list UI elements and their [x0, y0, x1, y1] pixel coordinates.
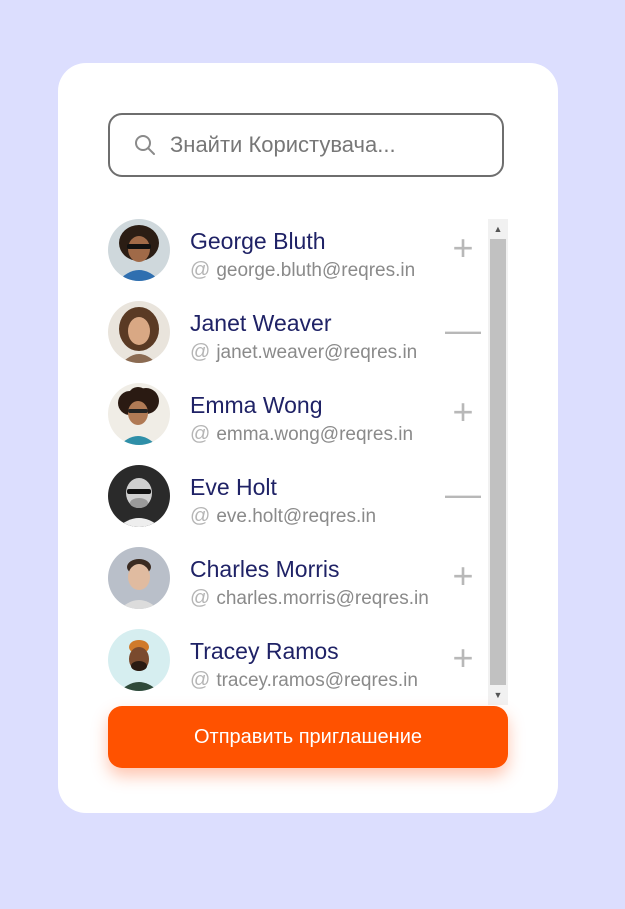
- search-icon: [132, 132, 158, 158]
- send-invite-button[interactable]: Отправить приглашение: [108, 706, 508, 768]
- avatar: [108, 219, 170, 281]
- avatar: [108, 547, 170, 609]
- avatar: [108, 383, 170, 445]
- user-name: Emma Wong: [190, 392, 323, 418]
- avatar: [108, 301, 170, 363]
- user-name: Eve Holt: [190, 474, 277, 500]
- remove-user-button[interactable]: —: [445, 312, 481, 348]
- at-icon: @: [190, 505, 211, 527]
- user-name: George Bluth: [190, 228, 326, 254]
- user-email: @ eve.holt@reqres.in: [190, 505, 376, 528]
- user-email-text: emma.wong@reqres.in: [216, 423, 414, 445]
- user-email: @ charles.morris@reqres.in: [190, 587, 429, 610]
- search-box[interactable]: [108, 113, 504, 177]
- invite-card: George Bluth @ george.bluth@reqres.in + …: [58, 63, 558, 813]
- scroll-thumb[interactable]: [490, 239, 506, 685]
- user-email-text: eve.holt@reqres.in: [216, 505, 377, 527]
- scroll-up-icon[interactable]: ▲: [488, 219, 508, 239]
- list-item: Emma Wong @ emma.wong@reqres.in +: [108, 383, 508, 465]
- user-email: @ janet.weaver@reqres.in: [190, 341, 417, 364]
- at-icon: @: [190, 587, 211, 609]
- user-email: @ george.bluth@reqres.in: [190, 259, 415, 282]
- scroll-down-icon[interactable]: ▼: [488, 685, 508, 705]
- avatar: [108, 465, 170, 527]
- remove-user-button[interactable]: —: [445, 476, 481, 512]
- scrollbar[interactable]: ▲ ▼: [488, 219, 508, 705]
- at-icon: @: [190, 341, 211, 363]
- user-email-text: janet.weaver@reqres.in: [216, 341, 418, 363]
- at-icon: @: [190, 259, 211, 281]
- user-list[interactable]: George Bluth @ george.bluth@reqres.in + …: [108, 219, 508, 705]
- user-email: @ emma.wong@reqres.in: [190, 423, 413, 446]
- list-item: Janet Weaver @ janet.weaver@reqres.in —: [108, 301, 508, 383]
- add-user-button[interactable]: +: [448, 640, 478, 676]
- search-input[interactable]: [168, 131, 492, 159]
- user-email-text: tracey.ramos@reqres.in: [216, 669, 418, 691]
- user-email: @ tracey.ramos@reqres.in: [190, 669, 418, 692]
- user-name: Janet Weaver: [190, 310, 332, 336]
- avatar: [108, 629, 170, 691]
- add-user-button[interactable]: +: [448, 394, 478, 430]
- at-icon: @: [190, 423, 211, 445]
- add-user-button[interactable]: +: [448, 558, 478, 594]
- user-name: Charles Morris: [190, 556, 340, 582]
- list-item: Charles Morris @ charles.morris@reqres.i…: [108, 547, 508, 629]
- at-icon: @: [190, 669, 211, 691]
- list-item: George Bluth @ george.bluth@reqres.in +: [108, 219, 508, 301]
- user-email-text: george.bluth@reqres.in: [216, 259, 416, 281]
- list-item: Eve Holt @ eve.holt@reqres.in —: [108, 465, 508, 547]
- user-name: Tracey Ramos: [190, 638, 339, 664]
- add-user-button[interactable]: +: [448, 230, 478, 266]
- user-email-text: charles.morris@reqres.in: [216, 587, 429, 609]
- list-item: Tracey Ramos @ tracey.ramos@reqres.in +: [108, 629, 508, 705]
